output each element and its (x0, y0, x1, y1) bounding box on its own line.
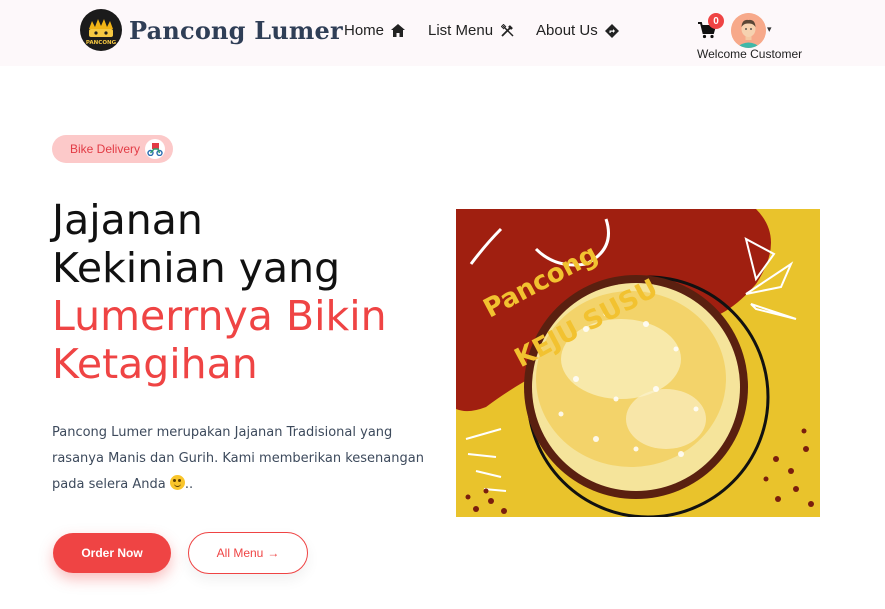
all-menu-label: All Menu (216, 546, 264, 560)
navbar: PANCONG Pancong Lumer Home List Menu Abo… (0, 0, 885, 66)
bike-delivery-icon (145, 139, 166, 159)
headline-line-3: Lumerrnya Bikin (52, 292, 387, 340)
delivery-badge: Bike Delivery (52, 135, 174, 163)
brand[interactable]: PANCONG Pancong Lumer (80, 9, 343, 51)
headline-line-2: Kekinian yang (52, 244, 341, 292)
logo-text: PANCONG (86, 40, 117, 46)
welcome-text: Welcome Customer (697, 47, 803, 61)
hero-image: Pancong KEJU SUSU (456, 209, 820, 517)
avatar[interactable] (731, 13, 766, 48)
nav-about-us-label: About Us (536, 22, 598, 39)
brand-name[interactable]: Pancong Lumer (129, 16, 343, 45)
cart-count-badge: 0 (708, 13, 724, 29)
hero-description-text: Pancong Lumer merupakan Jajanan Tradisio… (52, 425, 424, 492)
delivery-badge-label: Bike Delivery (70, 142, 141, 156)
utensils-icon (500, 24, 514, 38)
direction-icon (604, 23, 619, 38)
nav-about-us[interactable]: About Us (536, 22, 619, 39)
headline-line-1: Jajanan (52, 196, 203, 244)
hero-description: Pancong Lumer merupakan Jajanan Tradisio… (52, 420, 432, 498)
hero-headline: Jajanan Kekinian yang Lumerrnya Bikin Ke… (52, 196, 387, 388)
chevron-down-icon[interactable]: ▾ (767, 25, 772, 35)
nav-home[interactable]: Home (344, 22, 406, 39)
brand-logo: PANCONG (80, 9, 122, 51)
home-icon (391, 24, 406, 38)
nav-home-label: Home (344, 22, 385, 39)
arrow-right-icon: → (267, 546, 280, 560)
all-menu-button[interactable]: All Menu → (188, 532, 308, 574)
headline-line-4: Ketagihan (52, 340, 258, 388)
cart-button[interactable]: 0 (697, 13, 724, 42)
hero-description-suffix: .. (184, 477, 194, 492)
nav-list-menu-label: List Menu (428, 22, 494, 39)
nav-list-menu[interactable]: List Menu (428, 22, 514, 39)
smile-emoji-icon (169, 475, 185, 490)
order-now-button[interactable]: Order Now (53, 533, 171, 573)
